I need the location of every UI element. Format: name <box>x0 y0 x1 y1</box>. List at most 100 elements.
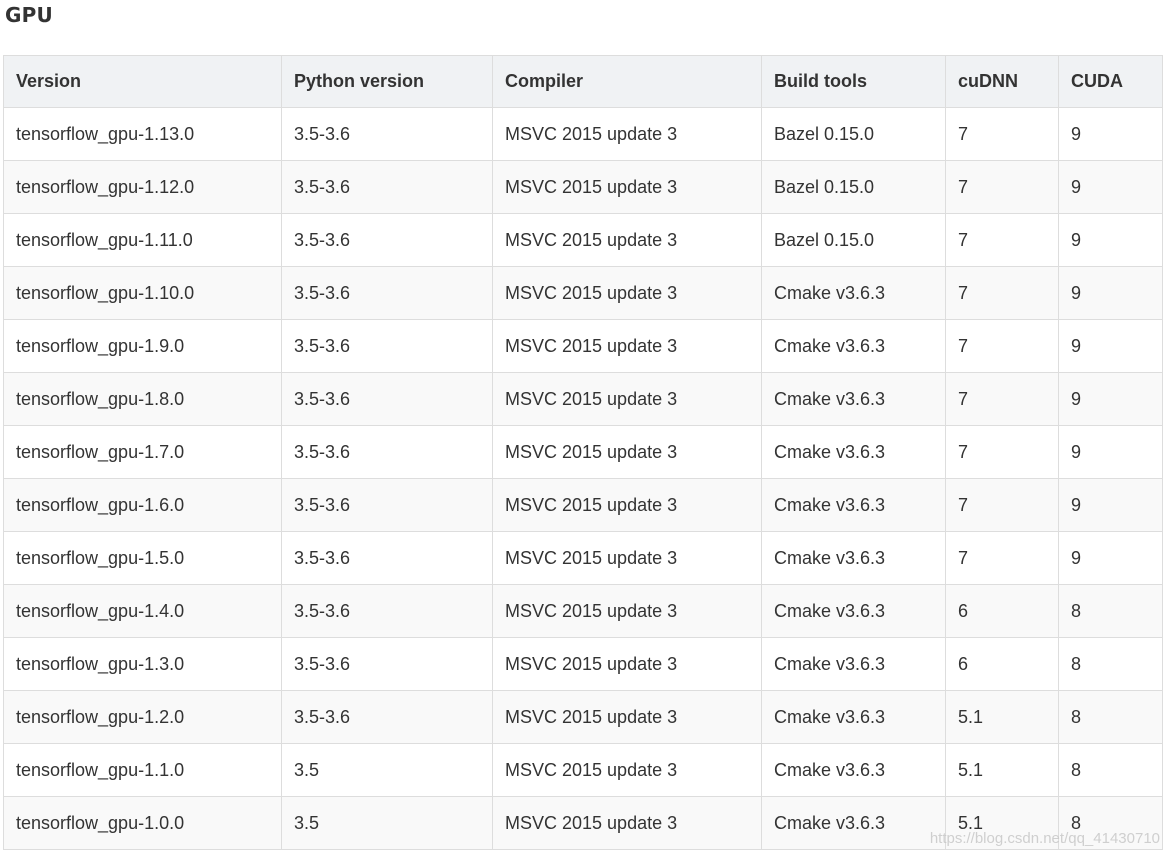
cell-cudnn: 7 <box>945 160 1059 214</box>
cell-cuda: 8 <box>1058 743 1163 797</box>
cell-python-version: 3.5 <box>281 743 493 797</box>
cell-version: tensorflow_gpu-1.13.0 <box>3 107 282 161</box>
cell-cuda: 9 <box>1058 107 1163 161</box>
cell-version: tensorflow_gpu-1.5.0 <box>3 531 282 585</box>
column-header-version: Version <box>3 55 282 108</box>
header-row: Version Python version Compiler Build to… <box>3 55 1163 108</box>
cell-cudnn: 5.1 <box>945 690 1059 744</box>
page: GPU Version Python version Compiler Buil… <box>0 0 1166 857</box>
cell-cuda: 9 <box>1058 213 1163 267</box>
cell-cuda: 9 <box>1058 319 1163 373</box>
column-header-cudnn: cuDNN <box>945 55 1059 108</box>
cell-build-tools: Cmake v3.6.3 <box>761 743 946 797</box>
cell-version: tensorflow_gpu-1.7.0 <box>3 425 282 479</box>
table-row: tensorflow_gpu-1.2.0 3.5-3.6 MSVC 2015 upd… <box>3 690 1163 744</box>
column-header-compiler: Compiler <box>492 55 762 108</box>
cell-python-version: 3.5-3.6 <box>281 107 493 161</box>
cell-build-tools: Cmake v3.6.3 <box>761 796 946 850</box>
cell-cudnn: 7 <box>945 372 1059 426</box>
table-row: tensorflow_gpu-1.3.0 3.5-3.6 MSVC 2015 upd… <box>3 637 1163 691</box>
cell-compiler: MSVC 2015 update 3 <box>492 266 762 320</box>
cell-version: tensorflow_gpu-1.3.0 <box>3 637 282 691</box>
table-header: Version Python version Compiler Build to… <box>3 55 1163 108</box>
table-row: tensorflow_gpu-1.1.0 3.5 MSVC 2015 update … <box>3 743 1163 797</box>
table-row: tensorflow_gpu-1.9.0 3.5-3.6 MSVC 2015 upd… <box>3 319 1163 373</box>
cell-cudnn: 7 <box>945 266 1059 320</box>
table-row: tensorflow_gpu-1.10.0 3.5-3.6 MSVC 2015 up… <box>3 266 1163 320</box>
column-header-python-version: Python version <box>281 55 493 108</box>
cell-build-tools: Bazel 0.15.0 <box>761 213 946 267</box>
cell-compiler: MSVC 2015 update 3 <box>492 372 762 426</box>
cell-build-tools: Cmake v3.6.3 <box>761 372 946 426</box>
cell-version: tensorflow_gpu-1.4.0 <box>3 584 282 638</box>
cell-cuda: 9 <box>1058 160 1163 214</box>
table-row: tensorflow_gpu-1.7.0 3.5-3.6 MSVC 2015 upd… <box>3 425 1163 479</box>
cell-cudnn: 7 <box>945 107 1059 161</box>
cell-build-tools: Bazel 0.15.0 <box>761 160 946 214</box>
cell-build-tools: Bazel 0.15.0 <box>761 107 946 161</box>
cell-cudnn: 7 <box>945 213 1059 267</box>
cell-build-tools: Cmake v3.6.3 <box>761 319 946 373</box>
cell-version: tensorflow_gpu-1.2.0 <box>3 690 282 744</box>
cell-python-version: 3.5-3.6 <box>281 266 493 320</box>
cell-build-tools: Cmake v3.6.3 <box>761 478 946 532</box>
cell-compiler: MSVC 2015 update 3 <box>492 531 762 585</box>
gpu-compatibility-table: Version Python version Compiler Build to… <box>3 55 1163 850</box>
cell-cuda: 8 <box>1058 637 1163 691</box>
cell-python-version: 3.5-3.6 <box>281 319 493 373</box>
table-row: tensorflow_gpu-1.0.0 3.5 MSVC 2015 update … <box>3 796 1163 850</box>
cell-cudnn: 5.1 <box>945 743 1059 797</box>
cell-compiler: MSVC 2015 update 3 <box>492 107 762 161</box>
cell-compiler: MSVC 2015 update 3 <box>492 213 762 267</box>
cell-python-version: 3.5-3.6 <box>281 637 493 691</box>
cell-version: tensorflow_gpu-1.11.0 <box>3 213 282 267</box>
column-header-cuda: CUDA <box>1058 55 1163 108</box>
cell-cuda: 9 <box>1058 478 1163 532</box>
cell-compiler: MSVC 2015 update 3 <box>492 478 762 532</box>
cell-cudnn: 7 <box>945 319 1059 373</box>
cell-version: tensorflow_gpu-1.12.0 <box>3 160 282 214</box>
cell-cuda: 9 <box>1058 266 1163 320</box>
cell-build-tools: Cmake v3.6.3 <box>761 637 946 691</box>
cell-compiler: MSVC 2015 update 3 <box>492 690 762 744</box>
cell-compiler: MSVC 2015 update 3 <box>492 160 762 214</box>
table-row: tensorflow_gpu-1.13.0 3.5-3.6 MSVC 2015 up… <box>3 107 1163 161</box>
cell-build-tools: Cmake v3.6.3 <box>761 425 946 479</box>
cell-compiler: MSVC 2015 update 3 <box>492 637 762 691</box>
cell-cudnn: 6 <box>945 637 1059 691</box>
cell-version: tensorflow_gpu-1.10.0 <box>3 266 282 320</box>
cell-cudnn: 7 <box>945 425 1059 479</box>
cell-cuda: 8 <box>1058 690 1163 744</box>
cell-version: tensorflow_gpu-1.6.0 <box>3 478 282 532</box>
cell-version: tensorflow_gpu-1.9.0 <box>3 319 282 373</box>
table-row: tensorflow_gpu-1.5.0 3.5-3.6 MSVC 2015 upd… <box>3 531 1163 585</box>
cell-compiler: MSVC 2015 update 3 <box>492 319 762 373</box>
table-row: tensorflow_gpu-1.8.0 3.5-3.6 MSVC 2015 upd… <box>3 372 1163 426</box>
cell-python-version: 3.5-3.6 <box>281 213 493 267</box>
table-row: tensorflow_gpu-1.12.0 3.5-3.6 MSVC 2015 up… <box>3 160 1163 214</box>
cell-cuda: 8 <box>1058 584 1163 638</box>
table-row: tensorflow_gpu-1.4.0 3.5-3.6 MSVC 2015 upd… <box>3 584 1163 638</box>
cell-python-version: 3.5-3.6 <box>281 584 493 638</box>
cell-build-tools: Cmake v3.6.3 <box>761 266 946 320</box>
cell-python-version: 3.5-3.6 <box>281 690 493 744</box>
cell-build-tools: Cmake v3.6.3 <box>761 531 946 585</box>
cell-build-tools: Cmake v3.6.3 <box>761 584 946 638</box>
cell-compiler: MSVC 2015 update 3 <box>492 796 762 850</box>
table-row: tensorflow_gpu-1.6.0 3.5-3.6 MSVC 2015 upd… <box>3 478 1163 532</box>
cell-cuda: 9 <box>1058 372 1163 426</box>
cell-python-version: 3.5-3.6 <box>281 372 493 426</box>
cell-python-version: 3.5-3.6 <box>281 531 493 585</box>
cell-version: tensorflow_gpu-1.1.0 <box>3 743 282 797</box>
cell-cudnn: 7 <box>945 478 1059 532</box>
cell-python-version: 3.5-3.6 <box>281 478 493 532</box>
column-header-build-tools: Build tools <box>761 55 946 108</box>
cell-cudnn: 5.1 <box>945 796 1059 850</box>
table-body: tensorflow_gpu-1.13.0 3.5-3.6 MSVC 2015 up… <box>3 107 1163 850</box>
cell-version: tensorflow_gpu-1.8.0 <box>3 372 282 426</box>
cell-compiler: MSVC 2015 update 3 <box>492 584 762 638</box>
cell-python-version: 3.5-3.6 <box>281 160 493 214</box>
cell-cuda: 9 <box>1058 425 1163 479</box>
cell-cudnn: 7 <box>945 531 1059 585</box>
section-heading: GPU <box>5 3 53 27</box>
